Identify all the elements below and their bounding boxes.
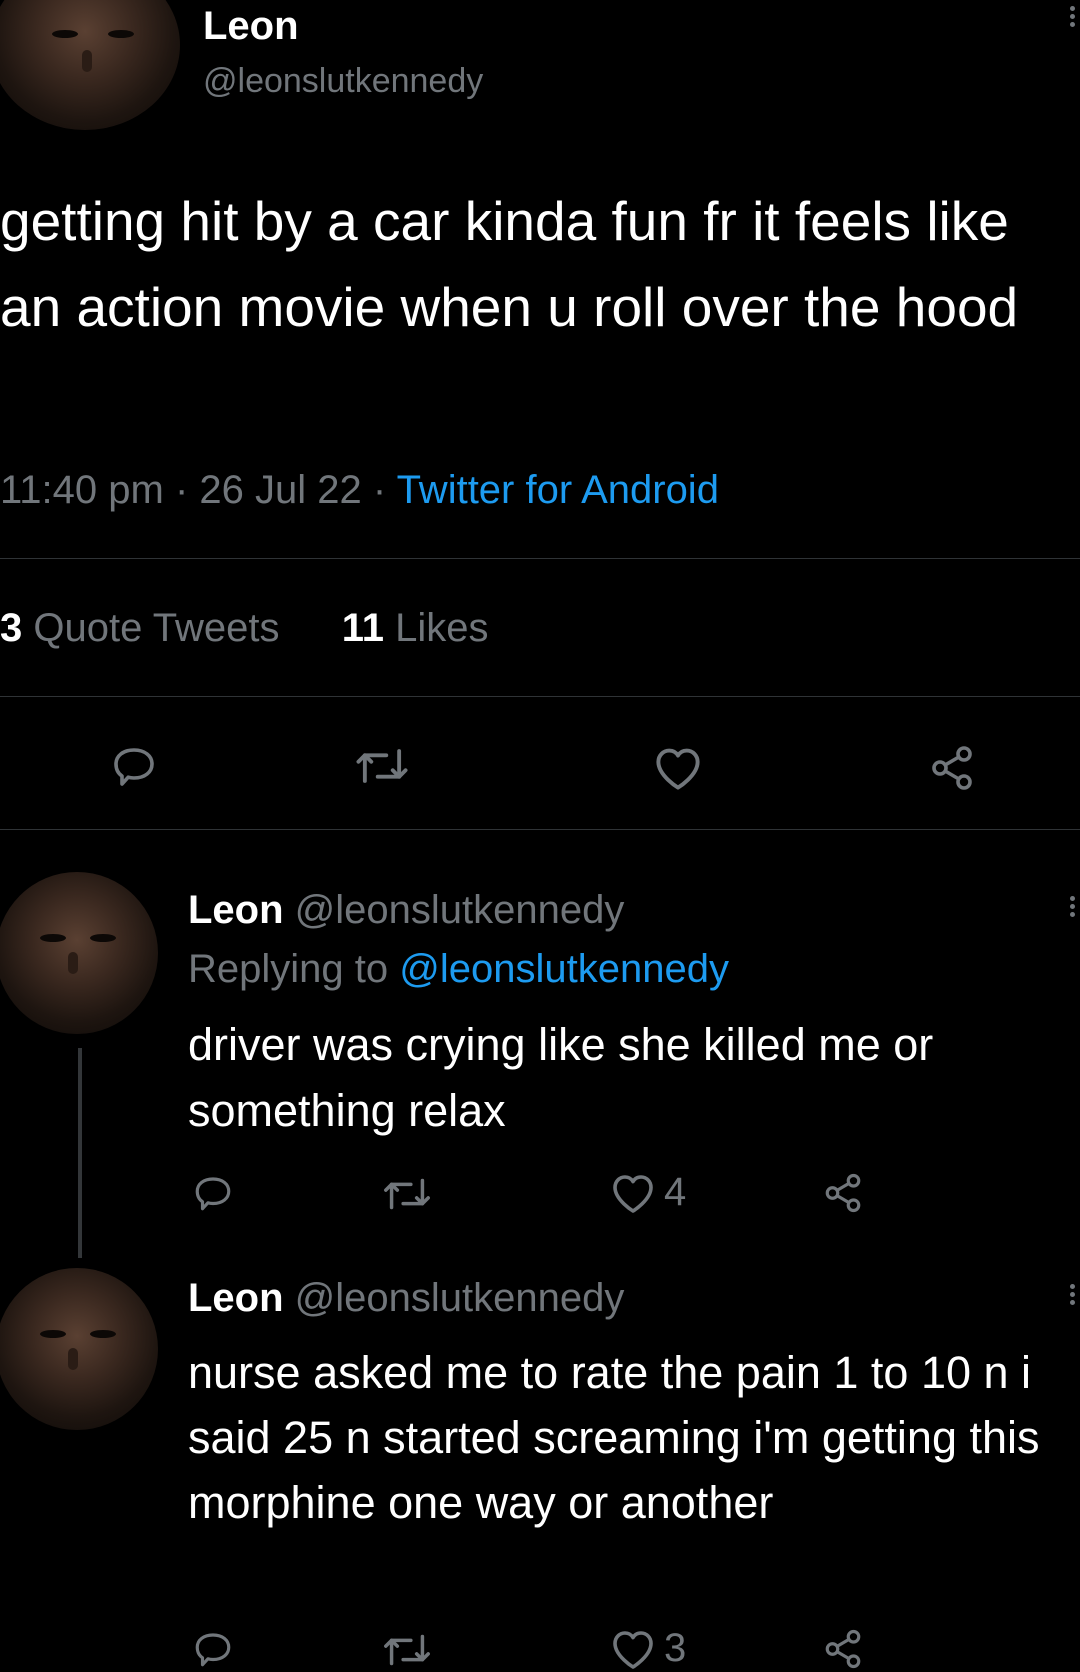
quote-count: 3	[0, 606, 23, 650]
reply-header: Leon @leonslutkennedy	[188, 888, 624, 933]
reply-text: driver was crying like she killed me or …	[188, 1019, 934, 1136]
divider	[0, 696, 1080, 697]
reply-author-name[interactable]: Leon	[188, 888, 284, 932]
retweet-icon[interactable]	[380, 1174, 434, 1214]
reply-icon[interactable]	[190, 1628, 236, 1670]
share-icon[interactable]	[820, 1628, 866, 1670]
meta-separator: ·	[372, 468, 387, 512]
reply-header: Leon @leonslutkennedy	[188, 1276, 624, 1321]
quote-tweets-stat[interactable]: 3 Quote Tweets	[0, 606, 291, 650]
meta-separator: ·	[174, 468, 189, 512]
thread-line	[78, 1048, 82, 1258]
author-handle[interactable]: @leonslutkennedy	[203, 62, 483, 101]
like-count: 11	[341, 606, 384, 650]
reply-icon[interactable]	[190, 1172, 236, 1214]
like-button[interactable]: 4	[608, 1170, 686, 1215]
more-icon[interactable]	[1068, 896, 1076, 920]
author-name[interactable]: Leon	[203, 4, 299, 49]
avatar-eye	[40, 1330, 66, 1338]
tweet-date: 26 Jul 22	[199, 468, 362, 512]
retweet-icon[interactable]	[352, 744, 412, 788]
tweet-text: getting hit by a car kinda fun fr it fee…	[0, 190, 1019, 338]
avatar-nose	[68, 952, 78, 974]
tweet-time: 11:40 pm	[0, 468, 164, 512]
like-button[interactable]: 3	[608, 1626, 686, 1671]
avatar[interactable]	[0, 1268, 158, 1430]
like-icon	[608, 1627, 658, 1671]
divider	[0, 558, 1080, 559]
tweet-source-link[interactable]: Twitter for Android	[397, 468, 719, 512]
like-count: 3	[664, 1626, 687, 1670]
like-count: 4	[664, 1170, 687, 1214]
avatar[interactable]	[0, 0, 180, 130]
replying-to-label: Replying to	[188, 947, 389, 991]
more-icon[interactable]	[1068, 6, 1076, 30]
like-icon	[608, 1171, 658, 1215]
likes-stat[interactable]: 11 Likes	[342, 606, 489, 650]
reply-author-handle[interactable]: @leonslutkennedy	[295, 1276, 625, 1320]
avatar-nose	[68, 1348, 78, 1370]
reply-author-handle[interactable]: @leonslutkennedy	[295, 888, 625, 932]
like-icon[interactable]	[650, 744, 706, 792]
avatar-nose	[82, 50, 92, 72]
avatar[interactable]	[0, 872, 158, 1034]
avatar-eye	[108, 30, 134, 38]
reply-author-name[interactable]: Leon	[188, 1276, 284, 1320]
share-icon[interactable]	[926, 744, 978, 792]
reply-text: nurse asked me to rate the pain 1 to 10 …	[188, 1347, 1040, 1528]
avatar-eye	[52, 30, 78, 38]
replying-to: Replying to @leonslutkennedy	[188, 947, 729, 992]
reply-icon[interactable]	[108, 742, 160, 790]
share-icon[interactable]	[820, 1172, 866, 1214]
retweet-icon[interactable]	[380, 1630, 434, 1670]
divider	[0, 829, 1080, 830]
more-icon[interactable]	[1068, 1284, 1076, 1308]
replying-to-handle[interactable]: @leonslutkennedy	[399, 947, 729, 991]
like-label: Likes	[395, 606, 489, 650]
avatar-eye	[40, 934, 66, 942]
tweet-stats: 3 Quote Tweets 11 Likes	[0, 606, 489, 651]
tweet-meta: 11:40 pm · 26 Jul 22 · Twitter for Andro…	[0, 468, 719, 513]
quote-label: Quote Tweets	[33, 606, 280, 650]
avatar-eye	[90, 934, 116, 942]
avatar-eye	[90, 1330, 116, 1338]
